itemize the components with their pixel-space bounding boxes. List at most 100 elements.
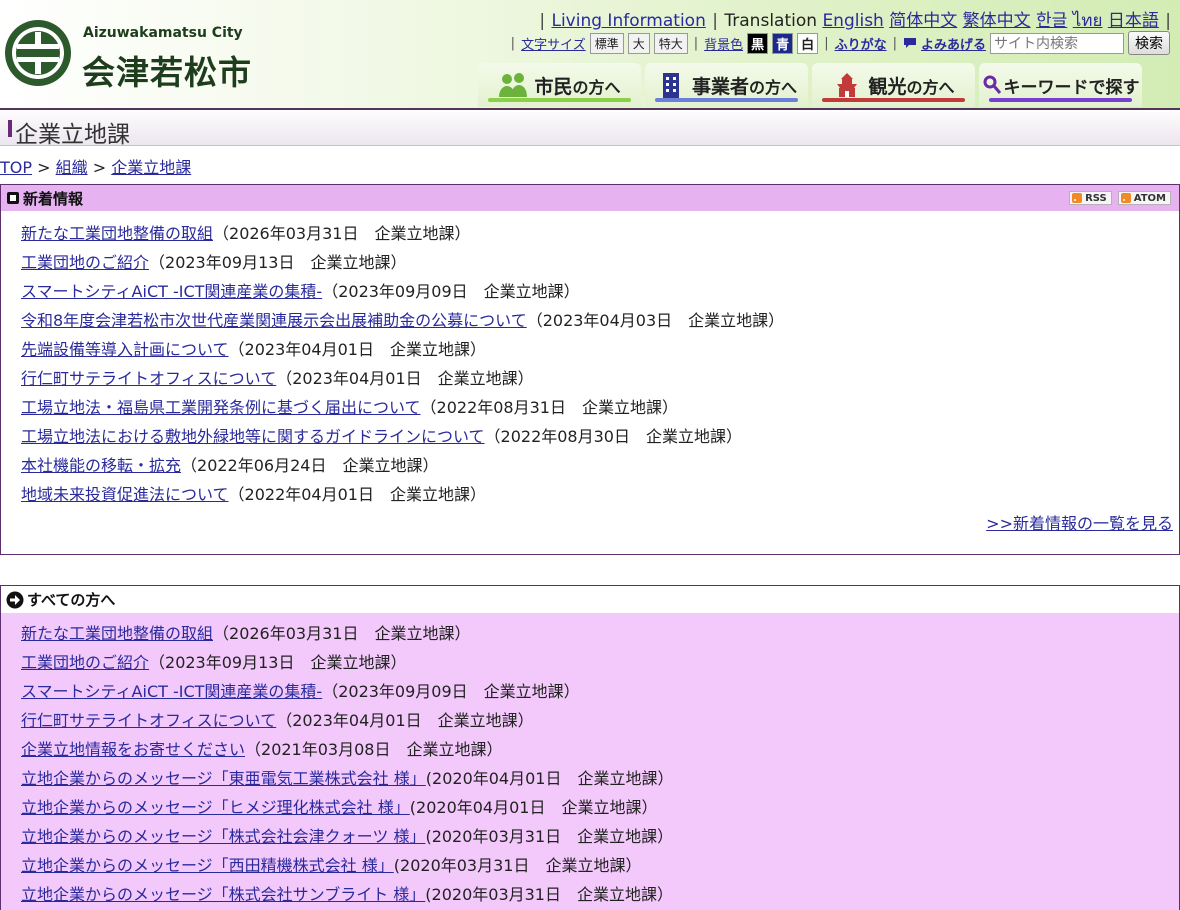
all-heading: すべての方へ [27,591,116,609]
news-heading: 新着情報 [23,189,84,208]
nav-citizens-label: 市民の方へ [534,72,620,99]
rss-button[interactable]: RSS [1069,191,1112,205]
nav-underline [655,98,798,102]
news-link[interactable]: スマートシティAiCT -ICT関連産業の集積- [21,282,322,301]
all-link[interactable]: 新たな工業団地整備の取組 [21,624,213,643]
lang-korean-link[interactable]: 한글 [1036,11,1067,31]
atom-button[interactable]: ATOM [1117,191,1171,205]
news-more-link[interactable]: >>新着情報の一覧を見る [986,510,1173,534]
breadcrumb-org-link[interactable]: 組織 [56,158,88,177]
logo-english[interactable]: Aizuwakamatsu City [83,25,243,41]
page-title-bar: 企業立地課 [0,112,1180,148]
list-item: 地域未来投資促進法について（2022年04月01日 企業立地課） [21,480,1179,509]
all-meta: （2023年04月01日 企業立地課） [276,711,534,730]
news-meta: （2023年09月13日 企業立地課） [149,253,407,272]
nav-underline [989,98,1132,102]
lang-english-link[interactable]: English [822,11,883,31]
all-link[interactable]: 行仁町サテライトオフィスについて [21,711,276,730]
separator: | [539,11,546,31]
list-item: 企業立地情報をお寄せください（2021年03月08日 企業立地課） [21,735,1179,764]
atom-icon [1120,193,1131,203]
nav-business-main: 事業者 [691,75,749,98]
all-meta: (2020年04月01日 企業立地課） [409,798,658,817]
news-link[interactable]: 先端設備等導入計画について [21,340,229,359]
bg-blue-button[interactable]: 青 [772,32,794,54]
breadcrumb-current-link[interactable]: 企業立地課 [111,158,191,177]
list-item: 立地企業からのメッセージ「西田精機株式会社 様」(2020年03月31日 企業立… [21,851,1179,880]
nav-underline [488,98,631,102]
font-standard-button[interactable]: 標準 [589,32,624,54]
bg-color-link[interactable]: 背景色 [704,34,743,53]
logo-japanese[interactable]: 会津若松市 [82,46,252,94]
nav-business-label: 事業者の方へ [692,72,797,99]
all-meta: (2020年03月31日 企業立地課） [425,885,673,904]
nav-tab-keyword[interactable]: キーワードで探す [979,63,1142,107]
list-item: 立地企業からのメッセージ「株式会社サンブライト 様」(2020年03月31日 企… [21,880,1179,909]
news-link[interactable]: 本社機能の移転・拡充 [21,456,181,475]
news-link[interactable]: 令和8年度会津若松市次世代産業関連展示会出展補助金の公募について [21,311,527,330]
all-meta: (2020年04月01日 企業立地課） [425,769,674,788]
list-item: 本社機能の移転・拡充（2022年06月24日 企業立地課） [21,451,1179,480]
list-item: 工業団地のご紹介（2023年09月13日 企業立地課） [21,248,1179,277]
all-meta: （2023年09月13日 企業立地課） [149,653,407,672]
news-section: 新着情報 RSS ATOM 新たな工業団地整備の取組（2026年03月31日 企… [0,184,1180,555]
rss-label: RSS [1085,192,1107,204]
nav-tab-citizens[interactable]: 市民の方へ [478,63,641,107]
site-search-input[interactable] [990,32,1124,54]
bg-white-button[interactable]: 白 [797,32,819,54]
search-icon [982,71,1002,99]
breadcrumb-top-link[interactable]: TOP [0,158,32,177]
news-meta: （2022年04月01日 企業立地課） [228,485,486,504]
font-xlarge-button[interactable]: 特大 [653,32,688,54]
people-icon [498,71,528,99]
utility-bar: | 文字サイズ 標準 大 特大 | 背景色 黒 青 白 | ふりがな | よみあ… [509,31,1170,55]
news-meta: （2026年03月31日 企業立地課） [213,224,471,243]
news-link[interactable]: 地域未来投資促進法について [21,485,229,504]
bg-black-button[interactable]: 黒 [747,32,769,54]
all-link[interactable]: 工業団地のご紹介 [21,653,149,672]
page-title: 企業立地課 [15,122,130,148]
read-aloud-link[interactable]: よみあげる [921,34,986,53]
all-list: 新たな工業団地整備の取組（2026年03月31日 企業立地課） 工業団地のご紹介… [1,619,1179,909]
all-link[interactable]: 立地企業からのメッセージ「東亜電気工業株式会社 様」 [21,769,426,788]
lang-japanese-link[interactable]: 日本語 [1108,11,1159,31]
news-link[interactable]: 工場立地法における敷地外緑地等に関するガイドラインについて [21,427,485,446]
list-item: 行仁町サテライトオフィスについて（2023年04月01日 企業立地課） [21,364,1179,393]
all-link[interactable]: 立地企業からのメッセージ「ヒメジ理化株式会社 様」 [21,798,410,817]
all-link[interactable]: 企業立地情報をお寄せください [21,740,245,759]
city-emblem-icon[interactable] [3,18,73,88]
nav-keyword-label: キーワードで探す [1003,77,1140,98]
nav-tab-tourism[interactable]: 観光の方へ [812,63,975,107]
nav-citizens-main: 市民 [534,75,573,98]
lang-thai-link[interactable]: ไทย [1073,11,1103,31]
all-link[interactable]: 立地企業からのメッセージ「西田精機株式会社 様」 [21,856,394,875]
font-large-button[interactable]: 大 [627,32,650,54]
all-link[interactable]: 立地企業からのメッセージ「株式会社サンブライト 様」 [21,885,425,904]
lang-zh-hans-link[interactable]: 简体中文 [889,11,957,31]
nav-tab-business[interactable]: 事業者の方へ [645,63,808,107]
list-item: 立地企業からのメッセージ「ヒメジ理化株式会社 様」(2020年04月01日 企業… [21,793,1179,822]
news-link[interactable]: 行仁町サテライトオフィスについて [21,369,276,388]
news-link[interactable]: 工業団地のご紹介 [21,253,149,272]
breadcrumb: TOP > 組織 > 企業立地課 [0,154,191,178]
news-meta: （2022年06月24日 企業立地課） [181,456,439,475]
feed-links: RSS ATOM [1069,191,1171,205]
separator: | [1165,11,1171,31]
list-item: 立地企業からのメッセージ「株式会社会津クォーツ 様」(2020年03月31日 企… [21,822,1179,851]
news-link[interactable]: 工場立地法・福島県工業開発条例に基づく届出について [21,398,421,417]
list-item: 行仁町サテライトオフィスについて（2023年04月01日 企業立地課） [21,706,1179,735]
all-header: すべての方へ [1,586,1179,613]
furigana-link[interactable]: ふりがな [835,34,887,53]
lang-zh-hant-link[interactable]: 繁体中文 [963,11,1031,31]
news-meta: （2022年08月31日 企業立地課） [420,398,678,417]
main-navigation: 市民の方へ 事業者の方へ 観光の方へ キーワードで探す [478,63,1142,107]
arrow-circle-icon [6,591,24,609]
font-size-link[interactable]: 文字サイズ [521,34,586,53]
list-item: スマートシティAiCT -ICT関連産業の集積-（2023年09月09日 企業立… [21,277,1179,306]
search-button[interactable]: 検索 [1128,31,1170,55]
all-link[interactable]: 立地企業からのメッセージ「株式会社会津クォーツ 様」 [21,827,425,846]
nav-tourism-sub: の方へ [906,77,955,97]
news-link[interactable]: 新たな工業団地整備の取組 [21,224,213,243]
living-information-link[interactable]: Living Information [551,11,705,31]
all-link[interactable]: スマートシティAiCT -ICT関連産業の集積- [21,682,322,701]
